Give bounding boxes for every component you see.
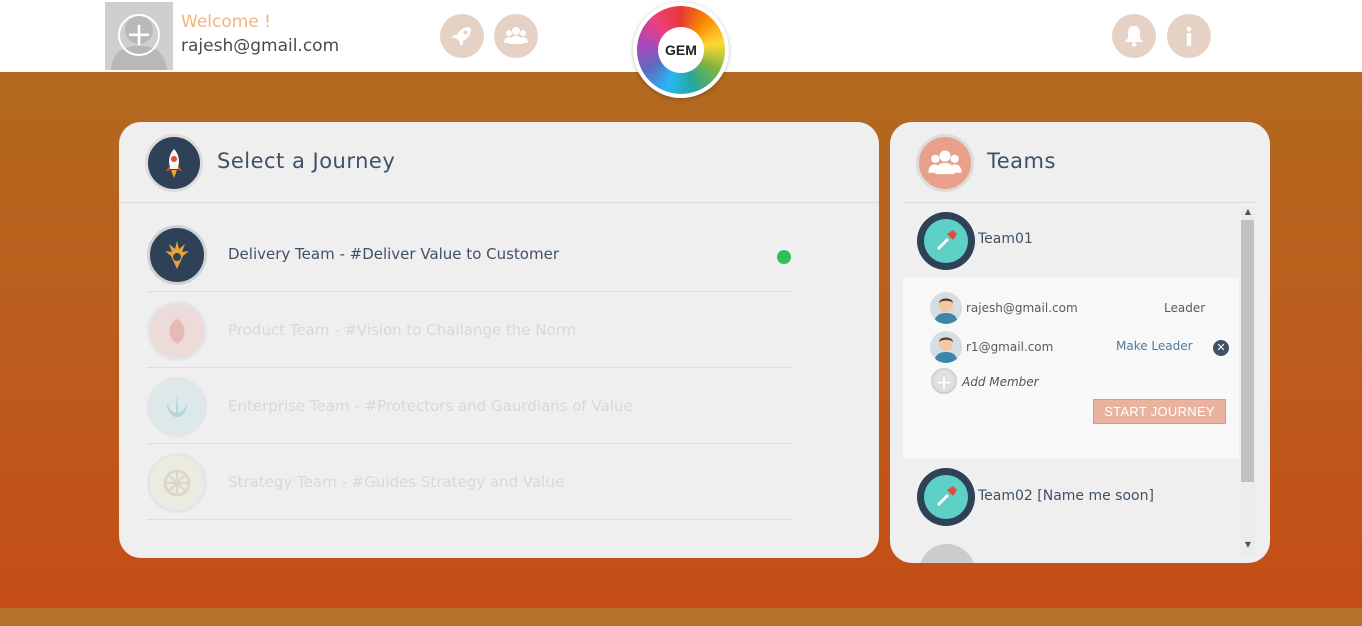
active-status-dot (777, 250, 791, 264)
info-button[interactable] (1167, 14, 1211, 58)
jedi-emblem-icon (147, 377, 207, 437)
imperial-emblem-icon (147, 453, 207, 513)
journey-item-delivery[interactable]: Delivery Team - #Deliver Value to Custom… (147, 216, 792, 292)
add-circle-icon: + (931, 368, 957, 394)
journey-panel-title: Select a Journey (217, 149, 396, 173)
team02-name[interactable]: Team02 [Name me soon] (978, 488, 1154, 504)
start-journey-button[interactable]: START JOURNEY (1093, 399, 1226, 424)
rebel-emblem-icon (147, 301, 207, 361)
user-email: rajesh@gmail.com (181, 36, 340, 56)
scroll-up-icon[interactable]: ▲ (1242, 206, 1254, 218)
scroll-down-icon[interactable]: ▼ (1242, 539, 1254, 551)
bell-icon (1125, 26, 1143, 47)
welcome-text: Welcome ! (181, 12, 271, 32)
profile-avatar[interactable]: + (105, 2, 173, 70)
journeys-nav-button[interactable] (440, 14, 484, 58)
member-avatar-icon (930, 331, 962, 363)
gem-logo[interactable]: GEM (633, 2, 729, 98)
journey-panel: Select a Journey Delivery Team - #Delive… (119, 122, 879, 558)
divider (904, 202, 1256, 203)
footer-bar (0, 608, 1362, 626)
delivery-emblem-icon (147, 225, 207, 285)
member-row: r1@gmail.com Make Leader ✕ (930, 331, 1230, 363)
rocket-badge-icon (145, 134, 203, 192)
top-header: + Welcome ! rajesh@gmail.com GEM (0, 0, 1362, 98)
scrollbar-thumb[interactable] (1241, 220, 1254, 482)
team01-avatar-icon[interactable] (917, 212, 975, 270)
team01-name[interactable]: Team01 (978, 231, 1033, 247)
rocket-icon (452, 27, 471, 46)
journey-item-product[interactable]: Product Team - #Vision to Challange the … (147, 292, 792, 368)
info-icon (1186, 26, 1192, 46)
notifications-button[interactable] (1112, 14, 1156, 58)
member-avatar-icon (930, 292, 962, 324)
team01-members-panel: rajesh@gmail.com Leader r1@gmail.com Mak… (903, 278, 1239, 459)
teams-badge-icon (916, 134, 974, 192)
teams-nav-button[interactable] (494, 14, 538, 58)
member-email: rajesh@gmail.com (966, 301, 1078, 315)
journey-item-enterprise[interactable]: Enterprise Team - #Protectors and Gaurdi… (147, 368, 792, 444)
journey-item-label: Product Team - #Vision to Challange the … (228, 321, 577, 339)
add-member-button[interactable]: + Add Member (930, 368, 1130, 396)
make-leader-link[interactable]: Make Leader (1116, 339, 1193, 353)
member-email: r1@gmail.com (966, 340, 1054, 354)
teams-panel: Teams ▲ ▼ Team01 rajesh@gmail.com Leader (890, 122, 1270, 563)
add-photo-icon[interactable]: + (118, 14, 160, 56)
divider (119, 202, 879, 203)
team03-avatar-icon[interactable] (919, 544, 975, 563)
journey-item-label: Strategy Team - #Guides Strategy and Val… (228, 473, 565, 491)
users-icon (504, 27, 528, 44)
teams-panel-title: Teams (987, 149, 1056, 173)
team02-avatar-icon[interactable] (917, 468, 975, 526)
remove-member-icon[interactable]: ✕ (1213, 340, 1229, 356)
logo-text: GEM (658, 27, 704, 73)
add-member-label: Add Member (962, 375, 1039, 389)
member-role: Leader (1164, 301, 1206, 315)
member-row: rajesh@gmail.com Leader (930, 292, 1230, 324)
journey-item-label: Delivery Team - #Deliver Value to Custom… (228, 245, 559, 263)
journey-item-strategy[interactable]: Strategy Team - #Guides Strategy and Val… (147, 444, 792, 520)
journey-item-label: Enterprise Team - #Protectors and Gaurdi… (228, 397, 633, 415)
